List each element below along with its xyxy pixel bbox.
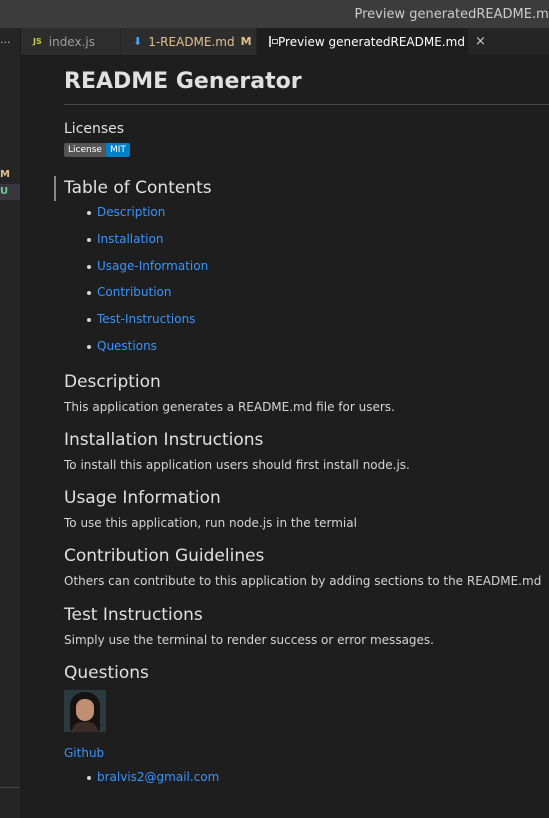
installation-text: To install this application users should… — [64, 458, 410, 472]
contact-list: bralvis2@gmail.com — [64, 770, 219, 797]
toc-heading: Table of Contents — [64, 178, 212, 198]
tests-text: Simply use the terminal to render succes… — [64, 633, 434, 647]
preview-icon — [269, 36, 278, 47]
tab-index-js[interactable]: JS index.js — [21, 28, 121, 55]
github-link[interactable]: Github — [64, 746, 104, 760]
tab-preview-generated-readme[interactable]: Preview generatedREADME.md × — [257, 28, 486, 55]
email-link[interactable]: bralvis2@gmail.com — [97, 770, 219, 784]
editor-tabs: JS index.js ⬇ 1-README.md M Preview gene… — [21, 28, 549, 55]
questions-section: Questions Github bralvis2@gmail.com — [64, 663, 219, 797]
list-item: Questions — [64, 339, 212, 366]
licenses-heading: Licenses — [64, 121, 125, 137]
page-title: README Generator — [64, 55, 549, 105]
window-title: Preview generatedREADME.md — [354, 6, 549, 22]
contribution-heading: Contribution Guidelines — [64, 546, 265, 566]
list-item: bralvis2@gmail.com — [64, 770, 219, 797]
tab-label: index.js — [48, 34, 95, 49]
list-item: Usage-Information — [64, 259, 212, 286]
markdown-preview: README Generator Licenses License MIT Ta… — [21, 55, 549, 818]
toc-link-contribution[interactable]: Contribution — [97, 285, 172, 299]
list-item: Contribution — [64, 285, 212, 312]
toc-link-usage[interactable]: Usage-Information — [97, 259, 208, 273]
toc-list: Description Installation Usage-Informati… — [64, 205, 212, 366]
more-actions-icon[interactable]: ··· — [0, 36, 11, 49]
selection-indicator — [54, 176, 56, 201]
contribution-text: Others can contribute to this applicatio… — [64, 574, 542, 588]
toc-link-questions[interactable]: Questions — [97, 339, 157, 353]
window-titlebar: Preview generatedREADME.md — [0, 0, 549, 28]
toc-section: Table of Contents Description Installati… — [64, 178, 212, 366]
tab-label: Preview generatedREADME.md — [278, 34, 465, 49]
toc-link-description[interactable]: Description — [97, 205, 165, 219]
description-heading: Description — [64, 372, 161, 392]
description-section: Description This application generates a… — [64, 372, 395, 414]
markdown-file-icon: ⬇ — [133, 35, 143, 48]
tab-label: 1-README.md — [148, 34, 235, 49]
tab-readme-md[interactable]: ⬇ 1-README.md M — [121, 28, 257, 55]
javascript-file-icon: JS — [33, 37, 42, 46]
contribution-section: Contribution Guidelines Others can contr… — [64, 546, 541, 588]
usage-heading: Usage Information — [64, 488, 221, 508]
list-item: Description — [64, 205, 212, 232]
licenses-section: Licenses License MIT — [64, 121, 130, 157]
toc-link-installation[interactable]: Installation — [97, 232, 163, 246]
untracked-badge[interactable]: U — [0, 184, 20, 200]
installation-section: Installation Instructions To install thi… — [64, 430, 410, 472]
github-row: Github — [64, 746, 219, 760]
close-tab-icon[interactable]: × — [475, 34, 486, 49]
installation-heading: Installation Instructions — [64, 430, 264, 450]
tests-section: Test Instructions Simply use the termina… — [64, 605, 434, 647]
avatar — [64, 690, 106, 732]
license-badge-value: MIT — [105, 143, 130, 157]
questions-heading: Questions — [64, 663, 149, 683]
list-item: Installation — [64, 232, 212, 259]
toc-link-tests[interactable]: Test-Instructions — [97, 312, 195, 326]
usage-section: Usage Information To use this applicatio… — [64, 488, 357, 530]
list-item: Test-Instructions — [64, 312, 212, 339]
license-badge-label: License — [64, 143, 106, 157]
description-text: This application generates a README.md f… — [64, 400, 395, 414]
modified-indicator: M — [240, 35, 252, 48]
license-badge: License MIT — [64, 143, 130, 157]
usage-text: To use this application, run node.js in … — [64, 516, 357, 530]
modified-badge: M — [0, 169, 10, 180]
explorer-sidebar: ··· M U — [0, 28, 21, 818]
tests-heading: Test Instructions — [64, 605, 203, 625]
sidebar-divider — [0, 787, 20, 788]
preview-document: README Generator Licenses License MIT Ta… — [64, 55, 549, 784]
